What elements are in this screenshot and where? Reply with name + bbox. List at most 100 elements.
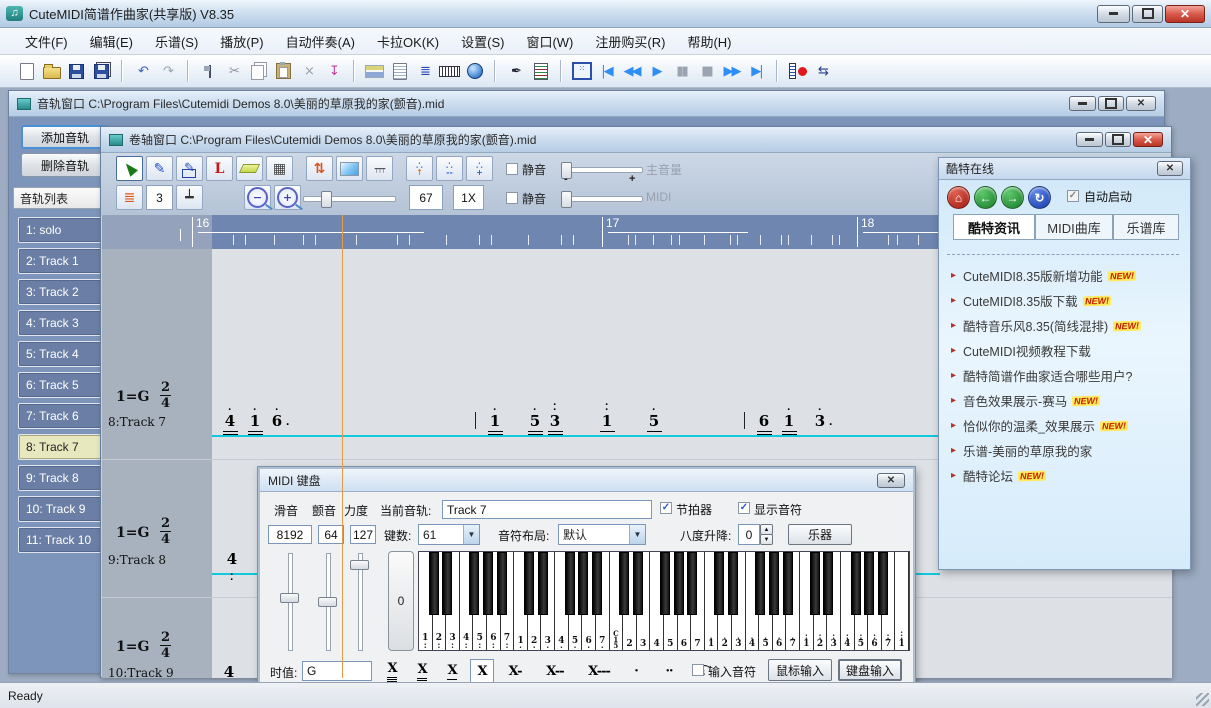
curve-plus-icon[interactable]: ∴+ [466, 156, 493, 181]
menu-item-8[interactable]: 注册购买(R) [584, 28, 676, 55]
tempo-value[interactable]: 67 [409, 185, 443, 210]
online-panel-titlebar[interactable]: 酷特在线 ✕ [939, 158, 1190, 180]
online-link-4[interactable]: ▸CuteMIDI视频教程下载 [951, 341, 1185, 360]
tab-score-library[interactable]: 乐谱库 [1113, 214, 1179, 240]
black-key[interactable] [783, 552, 793, 615]
track-item-7[interactable]: 7: Track 6 [18, 403, 105, 429]
duration-option-4[interactable]: X [470, 659, 494, 684]
track-item-10[interactable]: 10: Track 9 [18, 496, 105, 522]
duration-option-9[interactable]: ·· [654, 659, 684, 684]
chevron-down-icon[interactable]: ▼ [463, 525, 479, 544]
black-key[interactable] [851, 552, 861, 615]
resize-grip[interactable] [1196, 693, 1209, 706]
online-link-3[interactable]: ▸酷特音乐风8.35(简线混排)NEW! [951, 316, 1185, 335]
keyboard-strip-icon[interactable] [437, 58, 462, 84]
black-key[interactable] [755, 552, 765, 615]
black-key[interactable] [565, 552, 575, 615]
score-grid-icon[interactable] [528, 58, 553, 84]
pencil-box-icon[interactable]: ✎ [176, 156, 203, 181]
duration-option-1[interactable]: X [380, 659, 404, 684]
staff1-note[interactable]: 5 [527, 412, 543, 430]
scroll-close-button[interactable]: ✕ [1133, 132, 1163, 147]
tempo-slider-thumb[interactable] [321, 191, 332, 208]
menu-item-2[interactable]: 乐谱(S) [144, 28, 209, 55]
staff3-note[interactable]: 4 [221, 663, 237, 678]
online-link-2[interactable]: ▸CuteMIDI8.35版下载NEW! [951, 291, 1185, 310]
duration-option-8[interactable]: · [624, 659, 648, 684]
input-note-checkbox[interactable] [692, 664, 704, 676]
autostart-checkbox[interactable]: ✓ [1067, 190, 1079, 202]
track-item-11[interactable]: 11: Track 10 [18, 527, 105, 553]
zoom-in-icon[interactable]: + [274, 185, 301, 210]
midi-close-button[interactable]: ✕ [877, 473, 905, 488]
menu-item-5[interactable]: 卡拉OK(K) [366, 28, 450, 55]
zoom-out-icon[interactable]: − [244, 185, 271, 210]
minimize-button[interactable] [1097, 5, 1130, 23]
home-icon[interactable]: ⌂ [947, 186, 970, 209]
staff1-note[interactable]: 1 [781, 412, 797, 430]
restore-button[interactable] [1132, 5, 1163, 23]
current-track-input[interactable]: Track 7 [442, 500, 652, 519]
staff1-note[interactable]: 3 [812, 412, 828, 430]
midi-dialog-titlebar[interactable]: MIDI 键盘 ✕ [260, 469, 913, 492]
track-item-5[interactable]: 5: Track 4 [18, 341, 105, 367]
online-link-9[interactable]: ▸酷特论坛NEW! [951, 466, 1185, 485]
tab-midi-library[interactable]: MIDI曲库 [1035, 214, 1113, 240]
duration-option-3[interactable]: X [440, 659, 464, 684]
speed-value[interactable]: 1X [453, 185, 484, 210]
duration-option-7[interactable]: X--- [580, 659, 618, 684]
paste-icon[interactable] [271, 58, 296, 84]
staff-lines-icon[interactable]: ≣ [116, 185, 143, 210]
vibrato-value[interactable]: 64 [318, 525, 344, 544]
instrument-button[interactable]: 乐器 [788, 524, 852, 545]
document-view-icon[interactable] [387, 58, 412, 84]
menu-item-7[interactable]: 窗口(W) [515, 28, 584, 55]
black-key[interactable] [497, 552, 507, 615]
track-item-9[interactable]: 9: Track 8 [18, 465, 105, 491]
white-key-36[interactable]: ···1 [895, 552, 909, 650]
show-notes-checkbox[interactable]: ✓ [738, 502, 750, 514]
lyrics-icon[interactable]: L [206, 156, 233, 181]
midi-mute-slider-thumb[interactable] [561, 191, 572, 208]
close-button[interactable]: ✕ [1165, 5, 1205, 23]
mixer-icon[interactable]: ⁙ [569, 58, 594, 84]
online-link-1[interactable]: ▸CuteMIDI8.35版新增功能NEW! [951, 266, 1185, 285]
track-close-button[interactable]: ✕ [1126, 96, 1156, 111]
pause-icon[interactable]: ▮▮ [669, 58, 694, 84]
black-key[interactable] [728, 552, 738, 615]
import-icon[interactable]: ↧ [321, 58, 346, 84]
duration-option-5[interactable]: X- [500, 659, 530, 684]
redo-icon[interactable]: ↷ [155, 58, 180, 84]
track-item-1[interactable]: 1: solo [18, 217, 105, 243]
track-item-4[interactable]: 4: Track 3 [18, 310, 105, 336]
duration-option-2[interactable]: X [410, 659, 434, 684]
rewind-icon[interactable]: ◀◀ [619, 58, 644, 84]
stop-icon[interactable]: ■ [694, 58, 719, 84]
save-all-icon[interactable] [89, 58, 114, 84]
undo-icon[interactable]: ↶ [130, 58, 155, 84]
pencil-icon[interactable]: ✎ [146, 156, 173, 181]
link-text[interactable]: 酷特简谱作曲家适合哪些用户? [963, 366, 1132, 385]
menu-item-0[interactable]: 文件(F) [14, 28, 79, 55]
black-key[interactable] [578, 552, 588, 615]
black-key[interactable] [483, 552, 493, 615]
track-item-2[interactable]: 2: Track 1 [18, 248, 105, 274]
track-item-6[interactable]: 6: Track 5 [18, 372, 105, 398]
black-key[interactable] [633, 552, 643, 615]
staff1-note[interactable]: 1 [247, 412, 263, 430]
black-key[interactable] [769, 552, 779, 615]
octave-indicator[interactable]: 0 [388, 551, 414, 651]
refresh-icon[interactable]: ↻ [1028, 186, 1051, 209]
menu-item-4[interactable]: 自动伴奏(A) [275, 28, 366, 55]
online-link-8[interactable]: ▸乐谱-美丽的草原我的家 [951, 441, 1185, 460]
tab-news[interactable]: 酷特资讯 [953, 214, 1035, 240]
online-link-7[interactable]: ▸恰似你的温柔_效果展示NEW! [951, 416, 1185, 435]
black-key[interactable] [442, 552, 452, 615]
save-icon[interactable] [64, 58, 89, 84]
open-file-icon[interactable] [39, 58, 64, 84]
staff1-note[interactable]: 4 [222, 412, 238, 430]
scroll-window-titlebar[interactable]: 卷轴窗口 C:\Program Files\Cutemidi Demos 8.0… [101, 127, 1171, 153]
black-key[interactable] [469, 552, 479, 615]
staff1-note[interactable]: 1 [599, 412, 615, 430]
vibrato-slider[interactable] [318, 553, 336, 651]
